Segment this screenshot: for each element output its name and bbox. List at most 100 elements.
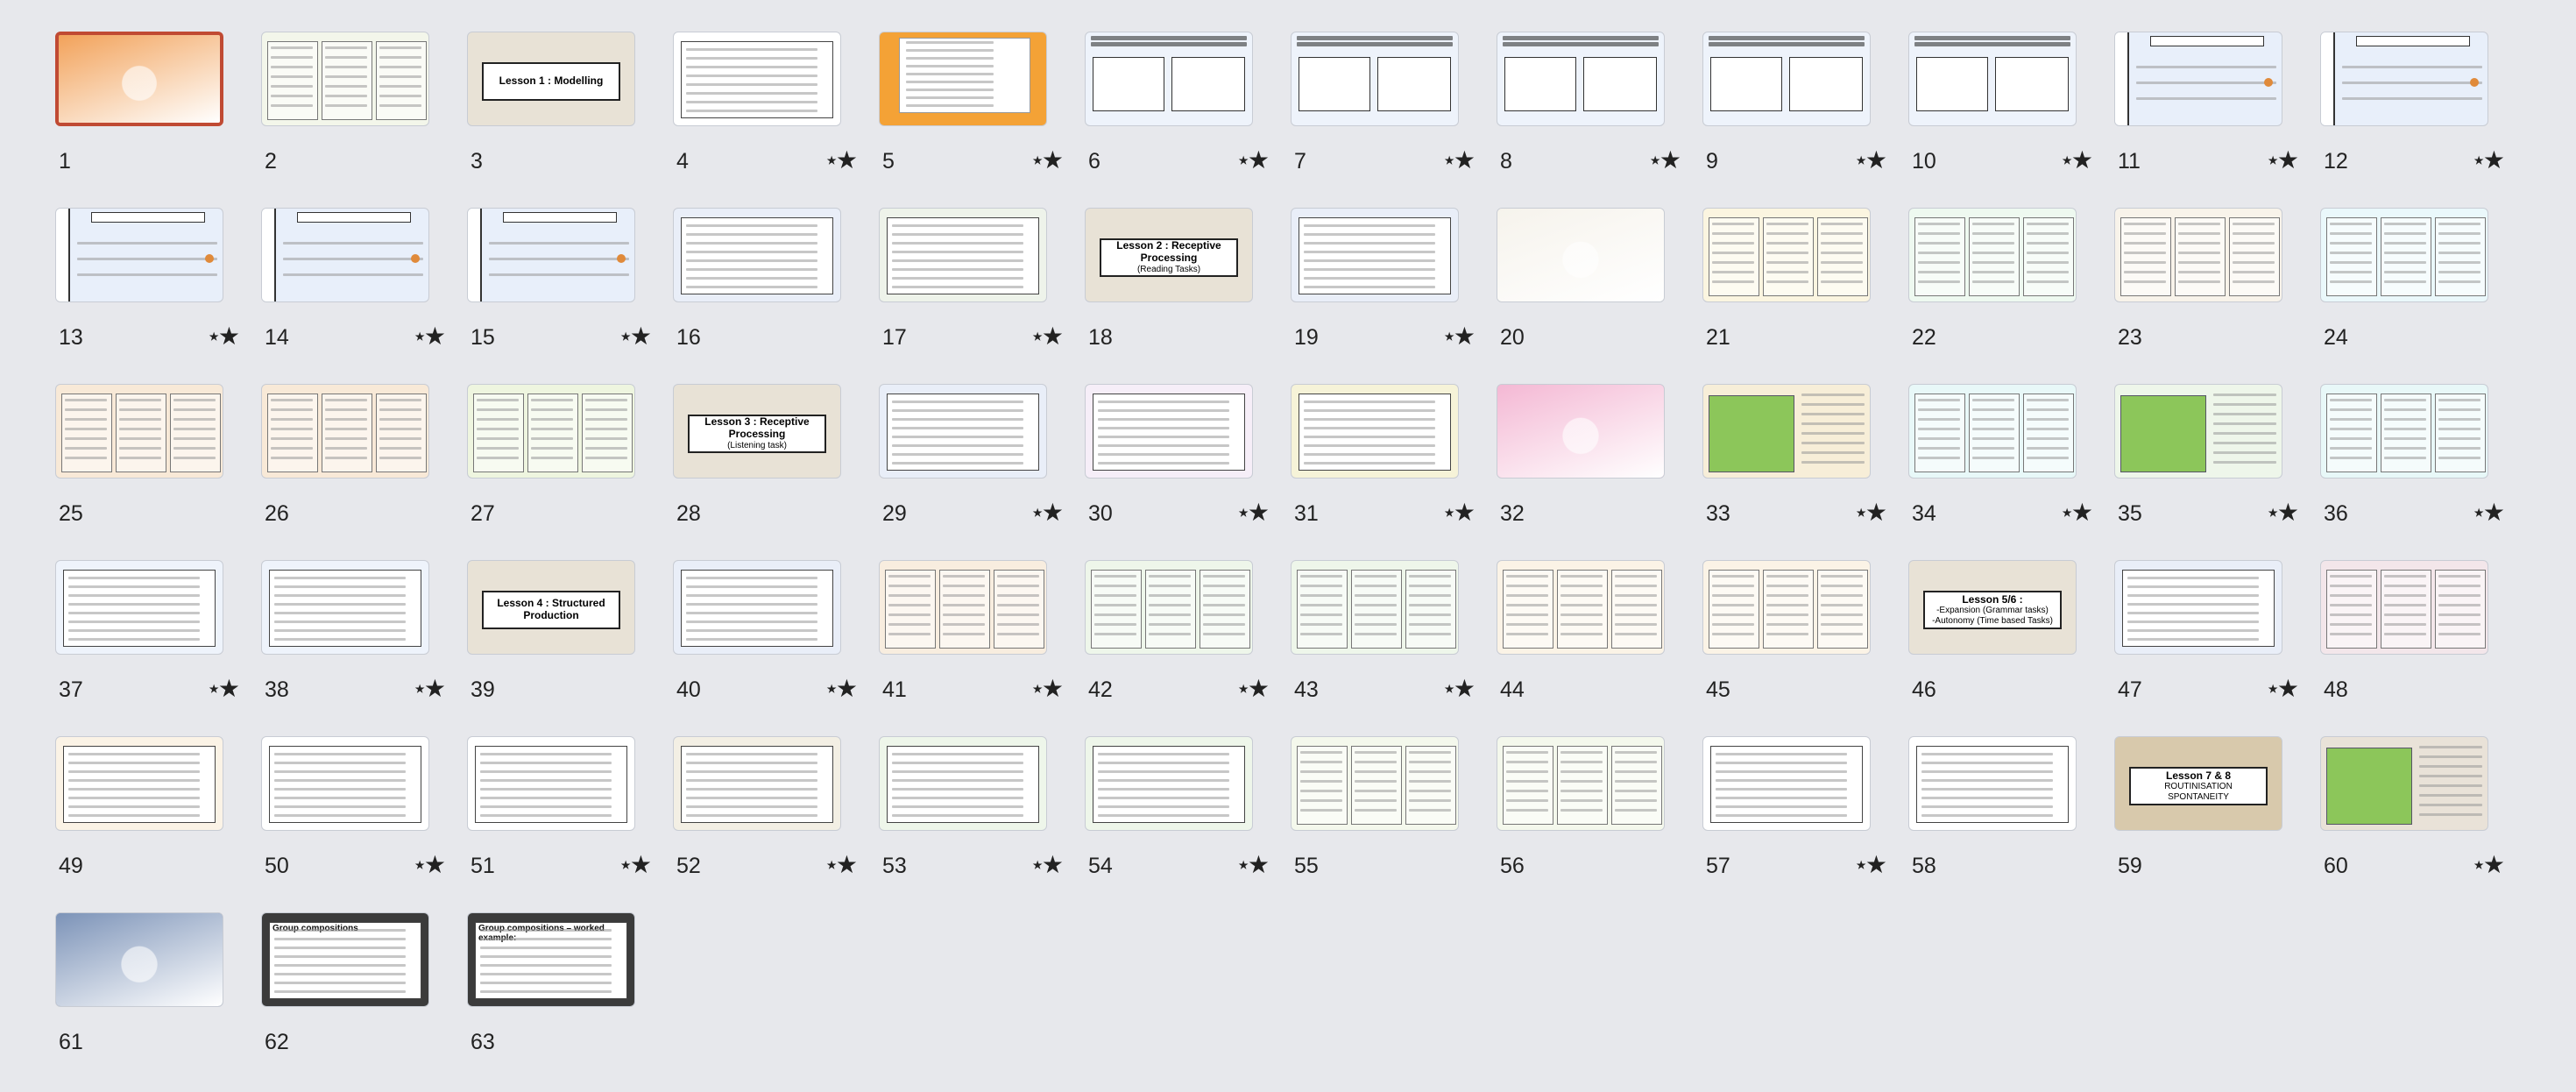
slide-thumbnail[interactable] xyxy=(1908,208,2077,302)
slide-thumbnail[interactable] xyxy=(673,560,841,655)
slide-thumbnail[interactable] xyxy=(1497,384,1665,479)
slide-thumbnail[interactable] xyxy=(55,560,223,655)
animation-star-icon[interactable]: ⋆★ xyxy=(2471,498,2505,527)
animation-star-icon[interactable]: ⋆★ xyxy=(2265,498,2299,527)
animation-star-icon[interactable]: ⋆★ xyxy=(206,322,240,351)
animation-star-icon[interactable]: ⋆★ xyxy=(412,850,446,879)
slide-thumbnail[interactable] xyxy=(261,736,429,831)
slide-thumbnail[interactable] xyxy=(1085,560,1253,655)
animation-star-icon[interactable]: ⋆★ xyxy=(1030,322,1064,351)
animation-star-icon[interactable]: ⋆★ xyxy=(1441,145,1476,174)
slide-thumbnail[interactable] xyxy=(2320,736,2488,831)
slide-thumbnail[interactable]: Group compositions xyxy=(261,912,429,1007)
animation-star-icon[interactable]: ⋆★ xyxy=(1853,498,1887,527)
slide-thumbnail[interactable] xyxy=(1085,736,1253,831)
animation-star-icon[interactable]: ⋆★ xyxy=(824,850,858,879)
slide-thumbnail[interactable]: Lesson 4 : Structured Production xyxy=(467,560,635,655)
slide-thumbnail[interactable] xyxy=(1291,560,1459,655)
slide-thumbnail[interactable] xyxy=(1908,384,2077,479)
slide-thumbnail[interactable]: Group compositions – worked example: xyxy=(467,912,635,1007)
slide-thumbnail[interactable] xyxy=(1702,32,1871,126)
slide-thumbnail[interactable] xyxy=(2114,560,2282,655)
slide-number: 55 xyxy=(1294,854,1319,878)
slide-thumbnail[interactable] xyxy=(1908,32,2077,126)
slide-thumbnail[interactable] xyxy=(1085,32,1253,126)
slide-thumbnail[interactable] xyxy=(2114,32,2282,126)
slide-thumbnail[interactable] xyxy=(1702,736,1871,831)
slide-thumbnail[interactable] xyxy=(1702,560,1871,655)
slide-thumbnail[interactable] xyxy=(55,736,223,831)
slide-thumbnail[interactable] xyxy=(2320,208,2488,302)
slide-thumbnail[interactable] xyxy=(1908,736,2077,831)
animation-star-icon[interactable]: ⋆★ xyxy=(1441,674,1476,703)
slide-thumbnail[interactable] xyxy=(55,384,223,479)
slide-thumbnail[interactable] xyxy=(261,560,429,655)
animation-star-icon[interactable]: ⋆★ xyxy=(1235,674,1270,703)
slide-thumbnail[interactable] xyxy=(55,912,223,1007)
slide-thumbnail[interactable] xyxy=(261,208,429,302)
slide-thumbnail[interactable] xyxy=(2320,32,2488,126)
animation-star-icon[interactable]: ⋆★ xyxy=(2059,145,2093,174)
animation-star-icon[interactable]: ⋆★ xyxy=(1235,850,1270,879)
animation-star-icon[interactable]: ⋆★ xyxy=(1030,674,1064,703)
animation-star-icon[interactable]: ⋆★ xyxy=(2059,498,2093,527)
animation-star-icon[interactable]: ⋆★ xyxy=(206,674,240,703)
animation-star-icon[interactable]: ⋆★ xyxy=(824,145,858,174)
slide-thumbnail[interactable] xyxy=(673,736,841,831)
slide-thumbnail[interactable] xyxy=(673,32,841,126)
animation-star-icon[interactable]: ⋆★ xyxy=(2471,145,2505,174)
slide-thumbnail[interactable] xyxy=(2114,384,2282,479)
slide-thumbnail[interactable] xyxy=(261,32,429,126)
animation-star-icon[interactable]: ⋆★ xyxy=(1647,145,1681,174)
animation-star-icon[interactable]: ⋆★ xyxy=(824,674,858,703)
slide-thumbnail[interactable] xyxy=(261,384,429,479)
animation-star-icon[interactable]: ⋆★ xyxy=(618,322,652,351)
slide-thumbnail[interactable] xyxy=(1497,32,1665,126)
slide-thumbnail[interactable] xyxy=(2320,560,2488,655)
animation-star-icon[interactable]: ⋆★ xyxy=(2471,850,2505,879)
slide-thumbnail[interactable] xyxy=(467,208,635,302)
animation-star-icon[interactable]: ⋆★ xyxy=(2265,145,2299,174)
slide-thumbnail[interactable]: Lesson 1 : Modelling xyxy=(467,32,635,126)
slide-thumbnail[interactable] xyxy=(879,208,1047,302)
slide-thumbnail[interactable] xyxy=(1497,208,1665,302)
slide-thumbnail[interactable] xyxy=(1291,208,1459,302)
animation-star-icon[interactable]: ⋆★ xyxy=(412,322,446,351)
slide-thumbnail[interactable] xyxy=(673,208,841,302)
slide-thumbnail[interactable]: Lesson 3 : Receptive Processing (Listenin… xyxy=(673,384,841,479)
slide-thumbnail[interactable] xyxy=(467,736,635,831)
slide-thumbnail[interactable] xyxy=(1702,384,1871,479)
slide-thumbnail[interactable] xyxy=(55,32,223,126)
animation-star-icon[interactable]: ⋆★ xyxy=(1853,145,1887,174)
animation-star-icon[interactable]: ⋆★ xyxy=(1235,498,1270,527)
slide-thumbnail[interactable]: Lesson 5/6 : -Expansion (Grammar tasks) -… xyxy=(1908,560,2077,655)
slide-thumbnail[interactable] xyxy=(2320,384,2488,479)
slide-thumbnail[interactable] xyxy=(2114,208,2282,302)
slide-text-line xyxy=(2384,418,2426,421)
animation-star-icon[interactable]: ⋆★ xyxy=(412,674,446,703)
slide-thumbnail[interactable] xyxy=(1497,736,1665,831)
slide-thumbnail[interactable] xyxy=(55,208,223,302)
slide-thumbnail[interactable] xyxy=(1291,736,1459,831)
slide-thumbnail[interactable] xyxy=(1085,384,1253,479)
animation-star-icon[interactable]: ⋆★ xyxy=(2265,674,2299,703)
slide-thumbnail[interactable] xyxy=(467,384,635,479)
animation-star-icon[interactable]: ⋆★ xyxy=(1441,498,1476,527)
slide-thumbnail[interactable] xyxy=(1702,208,1871,302)
animation-star-icon[interactable]: ⋆★ xyxy=(1030,850,1064,879)
slide-thumbnail[interactable] xyxy=(879,560,1047,655)
slide-thumbnail[interactable] xyxy=(879,32,1047,126)
animation-star-icon[interactable]: ⋆★ xyxy=(1235,145,1270,174)
slide-thumbnail[interactable] xyxy=(879,384,1047,479)
slide-thumbnail[interactable]: Lesson 7 & 8 ROUTINISATION SPONTANEITY xyxy=(2114,736,2282,831)
animation-star-icon[interactable]: ⋆★ xyxy=(1030,498,1064,527)
slide-thumbnail[interactable]: Lesson 2 : Receptive Processing (Reading … xyxy=(1085,208,1253,302)
slide-thumbnail[interactable] xyxy=(1291,384,1459,479)
slide-thumbnail[interactable] xyxy=(879,736,1047,831)
animation-star-icon[interactable]: ⋆★ xyxy=(1441,322,1476,351)
slide-thumbnail[interactable] xyxy=(1291,32,1459,126)
animation-star-icon[interactable]: ⋆★ xyxy=(618,850,652,879)
animation-star-icon[interactable]: ⋆★ xyxy=(1853,850,1887,879)
slide-thumbnail[interactable] xyxy=(1497,560,1665,655)
animation-star-icon[interactable]: ⋆★ xyxy=(1030,145,1064,174)
